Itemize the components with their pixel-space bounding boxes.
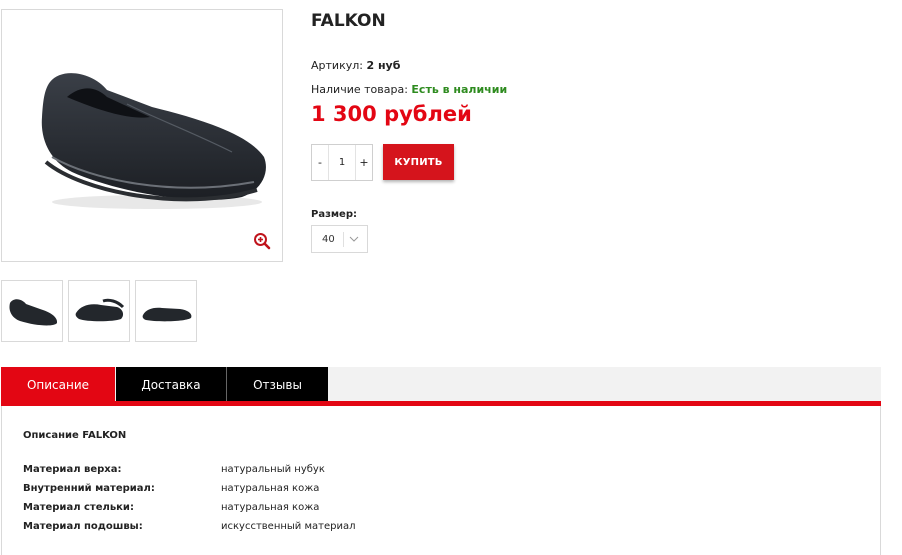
spec-key: Материал верха:	[23, 464, 122, 475]
spec-value: натуральный нубук	[221, 464, 325, 475]
product-price: 1 300 рублей	[311, 102, 472, 126]
spec-value: натуральная кожа	[221, 483, 320, 494]
product-title: FALKON	[311, 11, 386, 31]
product-tabs: Описание Доставка Отзывы	[1, 367, 881, 402]
shoe-image	[41, 73, 266, 209]
thumbnail-1[interactable]	[1, 280, 63, 342]
spec-value: натуральная кожа	[221, 502, 320, 513]
size-select[interactable]: 40	[311, 225, 368, 253]
thumbnail-2[interactable]	[68, 280, 130, 342]
chevron-down-icon	[349, 236, 359, 242]
tab-delivery[interactable]: Доставка	[116, 367, 226, 402]
spec-key: Материал стельки:	[23, 502, 134, 513]
quantity-input[interactable]	[329, 145, 355, 180]
sku-value: 2 нуб	[366, 59, 401, 72]
shoe-thumbnail-image	[142, 307, 192, 322]
spec-key: Материал подошвы:	[23, 521, 143, 532]
buy-button[interactable]: КУПИТЬ	[383, 144, 454, 180]
stock-status: Есть в наличии	[411, 83, 508, 96]
shoe-thumbnail-image	[9, 299, 58, 326]
tab-reviews[interactable]: Отзывы	[227, 367, 328, 402]
stock-label: Наличие товара:	[311, 83, 408, 96]
tab-description[interactable]: Описание	[1, 367, 115, 402]
stock-line: Наличие товара: Есть в наличии	[311, 83, 507, 96]
description-panel: Описание FALKON Материал верха: натураль…	[1, 406, 881, 555]
spec-value: искусственный материал	[221, 521, 356, 532]
sku-label: Артикул:	[311, 59, 363, 72]
spec-key: Внутренний материал:	[23, 483, 155, 494]
description-title: Описание FALKON	[23, 430, 127, 441]
sku-line: Артикул: 2 нуб	[311, 59, 400, 72]
product-main-image[interactable]	[1, 9, 283, 262]
quantity-increase-button[interactable]: +	[355, 145, 372, 180]
select-divider	[343, 232, 344, 247]
shoe-thumbnail-image	[75, 298, 125, 322]
size-label: Размер:	[311, 209, 358, 220]
quantity-decrease-button[interactable]: -	[312, 145, 329, 180]
thumbnail-3[interactable]	[135, 280, 197, 342]
size-selected-value: 40	[322, 234, 335, 245]
zoom-in-icon[interactable]	[253, 232, 271, 250]
quantity-stepper: - +	[311, 144, 373, 181]
